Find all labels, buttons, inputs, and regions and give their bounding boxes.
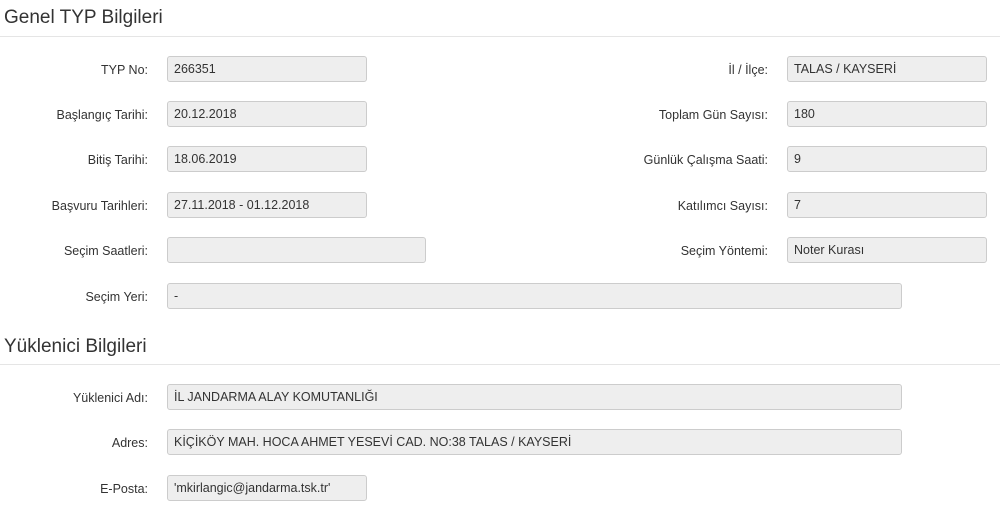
katilimci-sayisi-label: Katılımcı Sayısı: <box>677 199 768 213</box>
secim-yeri-label: Seçim Yeri: <box>85 290 148 304</box>
adres-field[interactable]: KİÇİKÖY MAH. HOCA AHMET YESEVİ CAD. NO:3… <box>167 429 902 455</box>
yuklenici-adi-field[interactable]: İL JANDARMA ALAY KOMUTANLIĞI <box>167 384 902 410</box>
gunluk-calisma-label: Günlük Çalışma Saati: <box>643 153 768 167</box>
toplam-gun-label: Toplam Gün Sayısı: <box>658 108 768 122</box>
adres-label: Adres: <box>111 436 148 450</box>
toplam-gun-field[interactable]: 180 <box>787 101 987 127</box>
il-ilce-label: İl / İlçe: <box>728 63 768 77</box>
contractor-info-heading: Yüklenici Bilgileri <box>4 336 147 357</box>
typ-details-page: Genel TYP Bilgileri TYP No: 266351 İl / … <box>0 0 1000 510</box>
typ-no-field[interactable]: 266351 <box>167 56 367 82</box>
baslangic-tarihi-label: Başlangıç Tarihi: <box>56 108 149 122</box>
basvuru-tarihleri-field[interactable]: 27.11.2018 - 01.12.2018 <box>167 192 367 218</box>
bitis-tarihi-label: Bitiş Tarihi: <box>87 153 148 167</box>
contractor-info-divider <box>0 364 1000 365</box>
basvuru-tarihleri-label: Başvuru Tarihleri: <box>51 199 148 213</box>
e-posta-label: E-Posta: <box>100 482 148 496</box>
general-info-heading: Genel TYP Bilgileri <box>4 7 163 28</box>
gunluk-calisma-field[interactable]: 9 <box>787 146 987 172</box>
yuklenici-adi-label: Yüklenici Adı: <box>72 391 148 405</box>
bitis-tarihi-field[interactable]: 18.06.2019 <box>167 146 367 172</box>
secim-yeri-field[interactable]: - <box>167 283 902 309</box>
baslangic-tarihi-field[interactable]: 20.12.2018 <box>167 101 367 127</box>
typ-no-label: TYP No: <box>100 63 148 77</box>
e-posta-field[interactable]: 'mkirlangic@jandarma.tsk.tr' <box>167 475 367 501</box>
secim-saatleri-label: Seçim Saatleri: <box>63 244 148 258</box>
general-info-divider <box>0 36 1000 37</box>
katilimci-sayisi-field[interactable]: 7 <box>787 192 987 218</box>
il-ilce-field[interactable]: TALAS / KAYSERİ <box>787 56 987 82</box>
secim-yontemi-label: Seçim Yöntemi: <box>680 244 768 258</box>
secim-saatleri-field[interactable] <box>167 237 426 263</box>
secim-yontemi-field[interactable]: Noter Kurası <box>787 237 987 263</box>
